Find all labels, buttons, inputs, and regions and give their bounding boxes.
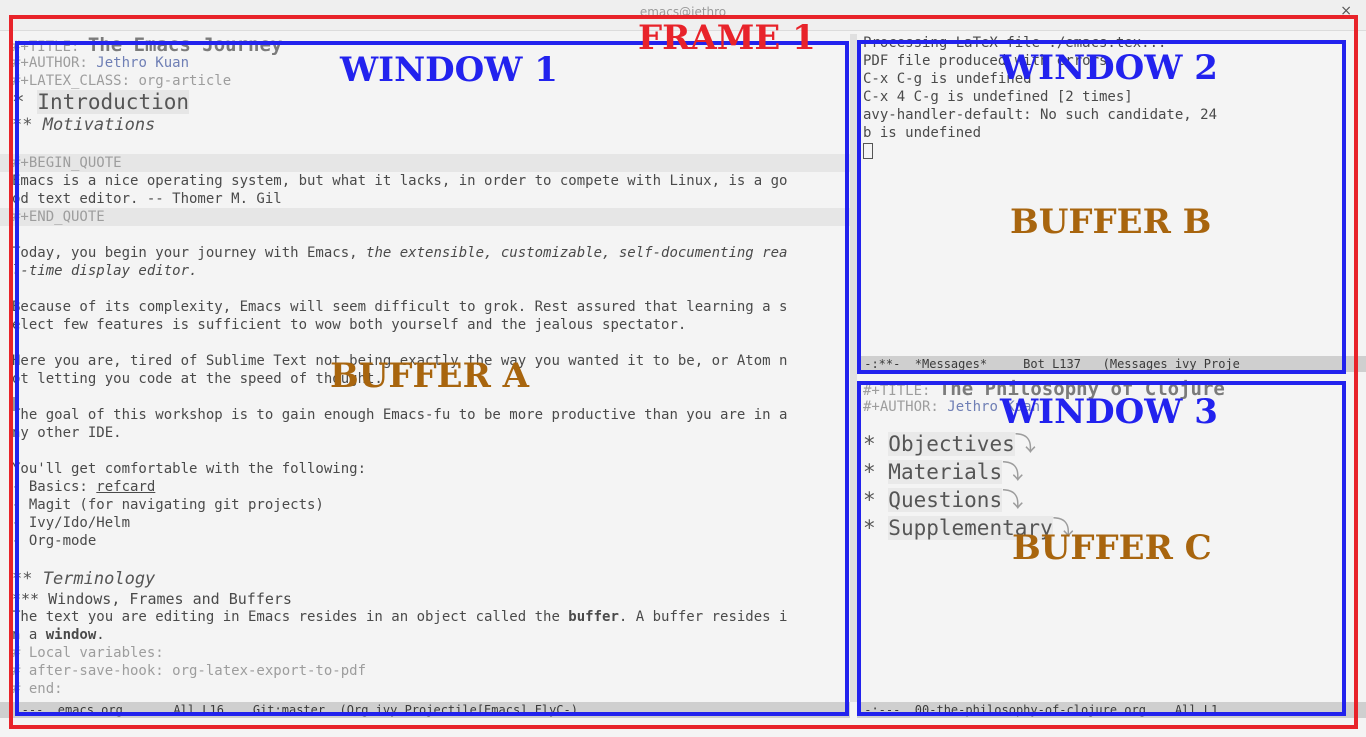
text-span: n a — [12, 627, 46, 643]
author-value: Jethro Kuan — [947, 399, 1041, 415]
text-span: The text you are editing in Emacs reside… — [12, 609, 569, 625]
list-item: - Magit (for navigating git projects) — [0, 496, 850, 514]
emacs-window-2[interactable]: Processing LaTeX file ./emacs.tex... PDF… — [857, 34, 1366, 356]
item-text: Ivy/Ido/Helm — [28, 515, 131, 531]
heading-introduction[interactable]: * Introduction — [0, 90, 850, 114]
bold-span: buffer — [568, 609, 619, 625]
bullet: - — [12, 497, 29, 513]
bullet: - — [12, 515, 29, 531]
fold-icon: ⤵ — [1052, 516, 1074, 540]
text-cursor — [863, 143, 873, 159]
comment-line: # end: — [12, 681, 63, 697]
title-bar: emacs@jethro × — [0, 0, 1366, 31]
heading-objectives[interactable]: * Objectives⤵ — [857, 430, 1366, 458]
heading-terminology[interactable]: ** Terminology — [0, 568, 850, 590]
quote-line: od text editor. -- Thomer M. Gil — [12, 191, 282, 207]
keyword: #+AUTHOR: — [12, 55, 97, 71]
paragraph-line: Here you are, tired of Sublime Text not … — [12, 353, 788, 369]
latex-class-value: org-article — [138, 73, 232, 89]
comment-line: # Local variables: — [12, 645, 164, 661]
latex-class-line: #+LATEX_CLASS: org-article — [0, 72, 850, 90]
mode-line-window-3[interactable]: -:--- 00-the-philosophy-of-clojure.org A… — [857, 702, 1366, 718]
quote-line: Emacs is a nice operating system, but wh… — [12, 173, 788, 189]
item-text: Org-mode — [28, 533, 97, 549]
bullet: - — [12, 533, 29, 549]
text-span: . A buffer resides i — [618, 609, 788, 625]
heading-questions[interactable]: * Questions⤵ — [857, 486, 1366, 514]
fringe-cursor — [12, 397, 18, 411]
bold-span: window — [45, 627, 97, 643]
paragraph-line: elect few features is sufficient to wow … — [12, 317, 687, 333]
paragraph-line: l-time display editor. — [12, 263, 198, 279]
mode-line-window-1[interactable]: -:--- emacs.org All L16 Git:master (Org … — [0, 702, 850, 718]
paragraph-line: Because of its complexity, Emacs will se… — [12, 299, 788, 315]
comment-line: # after-save-hook: org-latex-export-to-p… — [12, 663, 367, 679]
item-text: Magit (for navigating git projects) — [28, 497, 324, 513]
message-line: C-x C-g is undefined — [863, 71, 1032, 87]
heading-star: * — [863, 432, 889, 456]
keyword: #+TITLE: — [12, 39, 88, 55]
text-span: . — [96, 627, 105, 643]
window-title: emacs@jethro — [639, 5, 727, 19]
list-item: - Basics: refcard — [0, 478, 850, 496]
close-icon[interactable]: × — [1340, 3, 1352, 19]
author-line: #+AUTHOR: Jethro Kuan — [857, 398, 1366, 416]
list-item: - Ivy/Ido/Helm — [0, 514, 850, 532]
message-line: PDF file produced with errors. — [863, 53, 1116, 69]
text-span: Today, you begin your journey with Emacs… — [12, 245, 367, 261]
fold-icon: ⤵ — [1002, 460, 1024, 484]
paragraph-line: Today, you begin your journey with Emacs… — [0, 244, 850, 262]
title-line: #+TITLE: The Philosophy of Clojure — [857, 378, 1366, 400]
title-line: #+TITLE: The Emacs Journey — [0, 34, 850, 56]
paragraph-line: ot letting you code at the speed of thou… — [12, 371, 383, 387]
cursor-line — [857, 142, 1366, 160]
heading-windows-frames-buffers[interactable]: *** Windows, Frames and Buffers — [0, 590, 850, 608]
heading-text: Materials — [888, 460, 1003, 484]
keyword: #+AUTHOR: — [863, 399, 948, 415]
mode-line-window-2[interactable]: -:**- *Messages* Bot L137 (Messages ivy … — [857, 356, 1366, 372]
fold-icon: ⤵ — [1002, 488, 1024, 512]
paragraph-line: You'll get comfortable with the followin… — [12, 461, 367, 477]
heading-motivations[interactable]: ** Motivations — [0, 114, 850, 136]
refcard-link[interactable]: refcard — [96, 479, 155, 495]
keyword: #+LATEX_CLASS: — [12, 73, 139, 89]
emacs-window-3[interactable]: #+TITLE: The Philosophy of Clojure #+AUT… — [857, 378, 1366, 702]
author-line: #+AUTHOR: Jethro Kuan — [0, 54, 850, 72]
heading-star: * — [863, 488, 889, 512]
author-value: Jethro Kuan — [96, 55, 190, 71]
paragraph-line: n a window. — [0, 626, 850, 644]
heading-materials[interactable]: * Materials⤵ — [857, 458, 1366, 486]
item-text: Basics: — [28, 479, 97, 495]
heading-supplementary[interactable]: * Supplementary⤵ — [857, 514, 1366, 542]
emphasis-span: the extensible, customizable, self-docum… — [366, 245, 788, 261]
keyword: #+TITLE: — [863, 383, 939, 399]
end-quote: #+END_QUOTE — [0, 208, 850, 226]
heading-text: Objectives — [888, 432, 1015, 456]
paragraph-line: The text you are editing in Emacs reside… — [0, 608, 850, 626]
bullet: - — [12, 479, 29, 495]
window-divider[interactable] — [850, 34, 857, 702]
paragraph-line: The goal of this workshop is to gain eno… — [12, 407, 788, 423]
heading-text: Introduction — [37, 90, 190, 114]
emacs-window-1[interactable]: #+TITLE: The Emacs Journey #+AUTHOR: Jet… — [0, 34, 850, 702]
heading-star: * — [863, 516, 889, 540]
paragraph-line: ny other IDE. — [12, 425, 122, 441]
doc-title: The Philosophy of Clojure — [938, 378, 1225, 400]
doc-title: The Emacs Journey — [87, 34, 283, 56]
message-line: avy-handler-default: No such candidate, … — [863, 107, 1218, 123]
heading-star: * — [12, 90, 38, 114]
heading-text: Questions — [888, 488, 1003, 512]
fold-icon: ⤵ — [1014, 432, 1036, 456]
message-line: b is undefined — [863, 125, 982, 141]
message-line: C-x 4 C-g is undefined [2 times] — [863, 89, 1133, 105]
list-item: - Org-mode — [0, 532, 850, 550]
heading-star: * — [863, 460, 889, 484]
begin-quote: #+BEGIN_QUOTE — [0, 154, 850, 172]
message-line: Processing LaTeX file ./emacs.tex... — [863, 35, 1167, 51]
heading-text: Supplementary — [888, 516, 1053, 540]
